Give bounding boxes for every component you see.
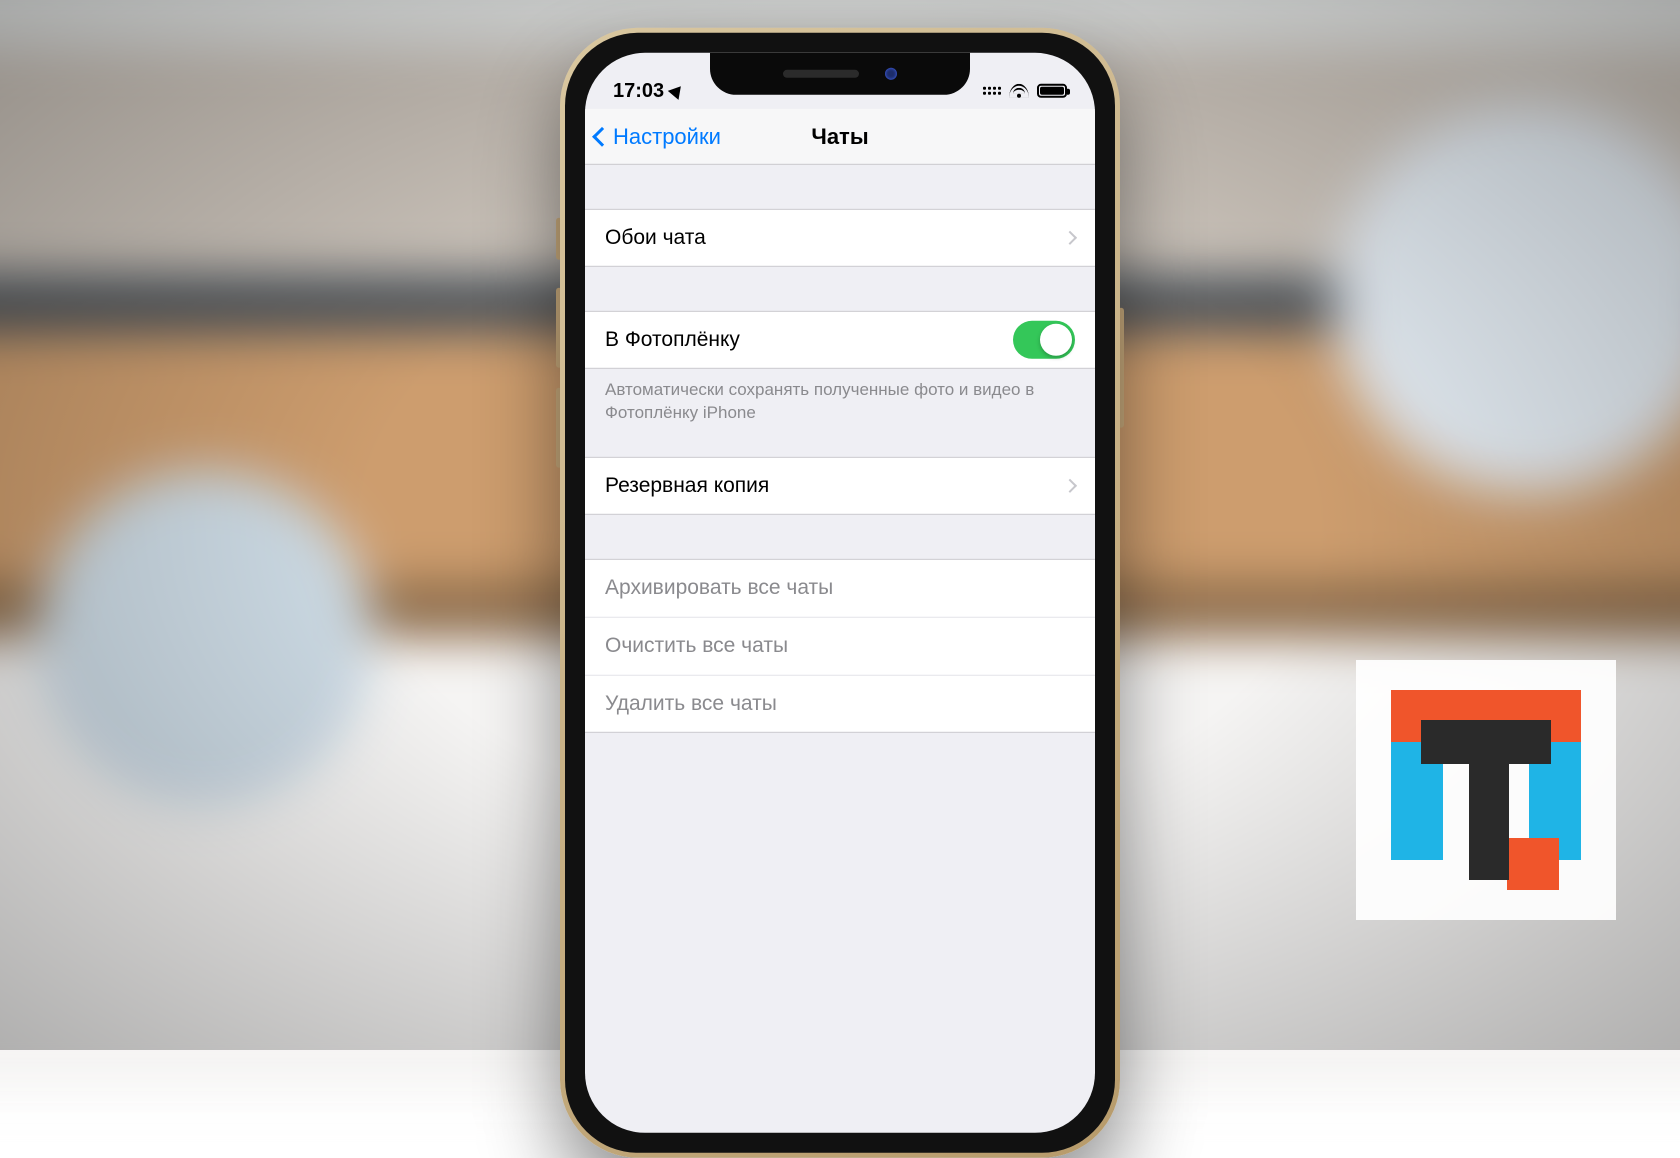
back-button[interactable]: Настройки bbox=[595, 123, 721, 149]
phone-mockup: 17:03 На bbox=[560, 28, 1120, 1158]
back-label: Настройки bbox=[613, 123, 721, 149]
cell-label: Резервная копия bbox=[605, 474, 1065, 498]
status-time: 17:03 bbox=[613, 79, 664, 102]
dual-sim-signal-icon bbox=[983, 87, 1001, 95]
settings-list: Обои чата В Фотоплёнку Автоматически сох… bbox=[585, 165, 1095, 733]
front-camera-icon bbox=[885, 68, 897, 80]
page-title: Чаты bbox=[811, 123, 868, 149]
cell-chat-wallpaper[interactable]: Обои чата bbox=[585, 209, 1095, 267]
battery-icon bbox=[1037, 84, 1067, 98]
watermark-logo bbox=[1356, 660, 1616, 920]
toggle-switch[interactable] bbox=[1013, 321, 1075, 359]
location-arrow-icon bbox=[668, 82, 686, 100]
chevron-right-icon bbox=[1063, 231, 1077, 245]
cell-delete-all-chats[interactable]: Удалить все чаты bbox=[585, 675, 1095, 733]
wifi-icon bbox=[1009, 84, 1029, 98]
section-footer: Автоматически сохранять полученные фото … bbox=[585, 369, 1095, 425]
cell-save-to-camera-roll[interactable]: В Фотоплёнку bbox=[585, 311, 1095, 369]
cell-clear-all-chats[interactable]: Очистить все чаты bbox=[585, 617, 1095, 675]
cell-label: Обои чата bbox=[605, 226, 1065, 250]
speaker-grill bbox=[783, 70, 859, 78]
phone-notch bbox=[710, 53, 970, 95]
cell-label: В Фотоплёнку bbox=[605, 328, 1013, 352]
cell-label: Архивировать все чаты bbox=[605, 576, 1075, 600]
cell-label: Удалить все чаты bbox=[605, 692, 1075, 716]
nav-bar: Настройки Чаты bbox=[585, 109, 1095, 165]
cell-label: Очистить все чаты bbox=[605, 634, 1075, 658]
chevron-left-icon bbox=[592, 126, 612, 146]
chevron-right-icon bbox=[1063, 479, 1077, 493]
cell-chat-backup[interactable]: Резервная копия bbox=[585, 457, 1095, 515]
cell-archive-all-chats[interactable]: Архивировать все чаты bbox=[585, 559, 1095, 617]
